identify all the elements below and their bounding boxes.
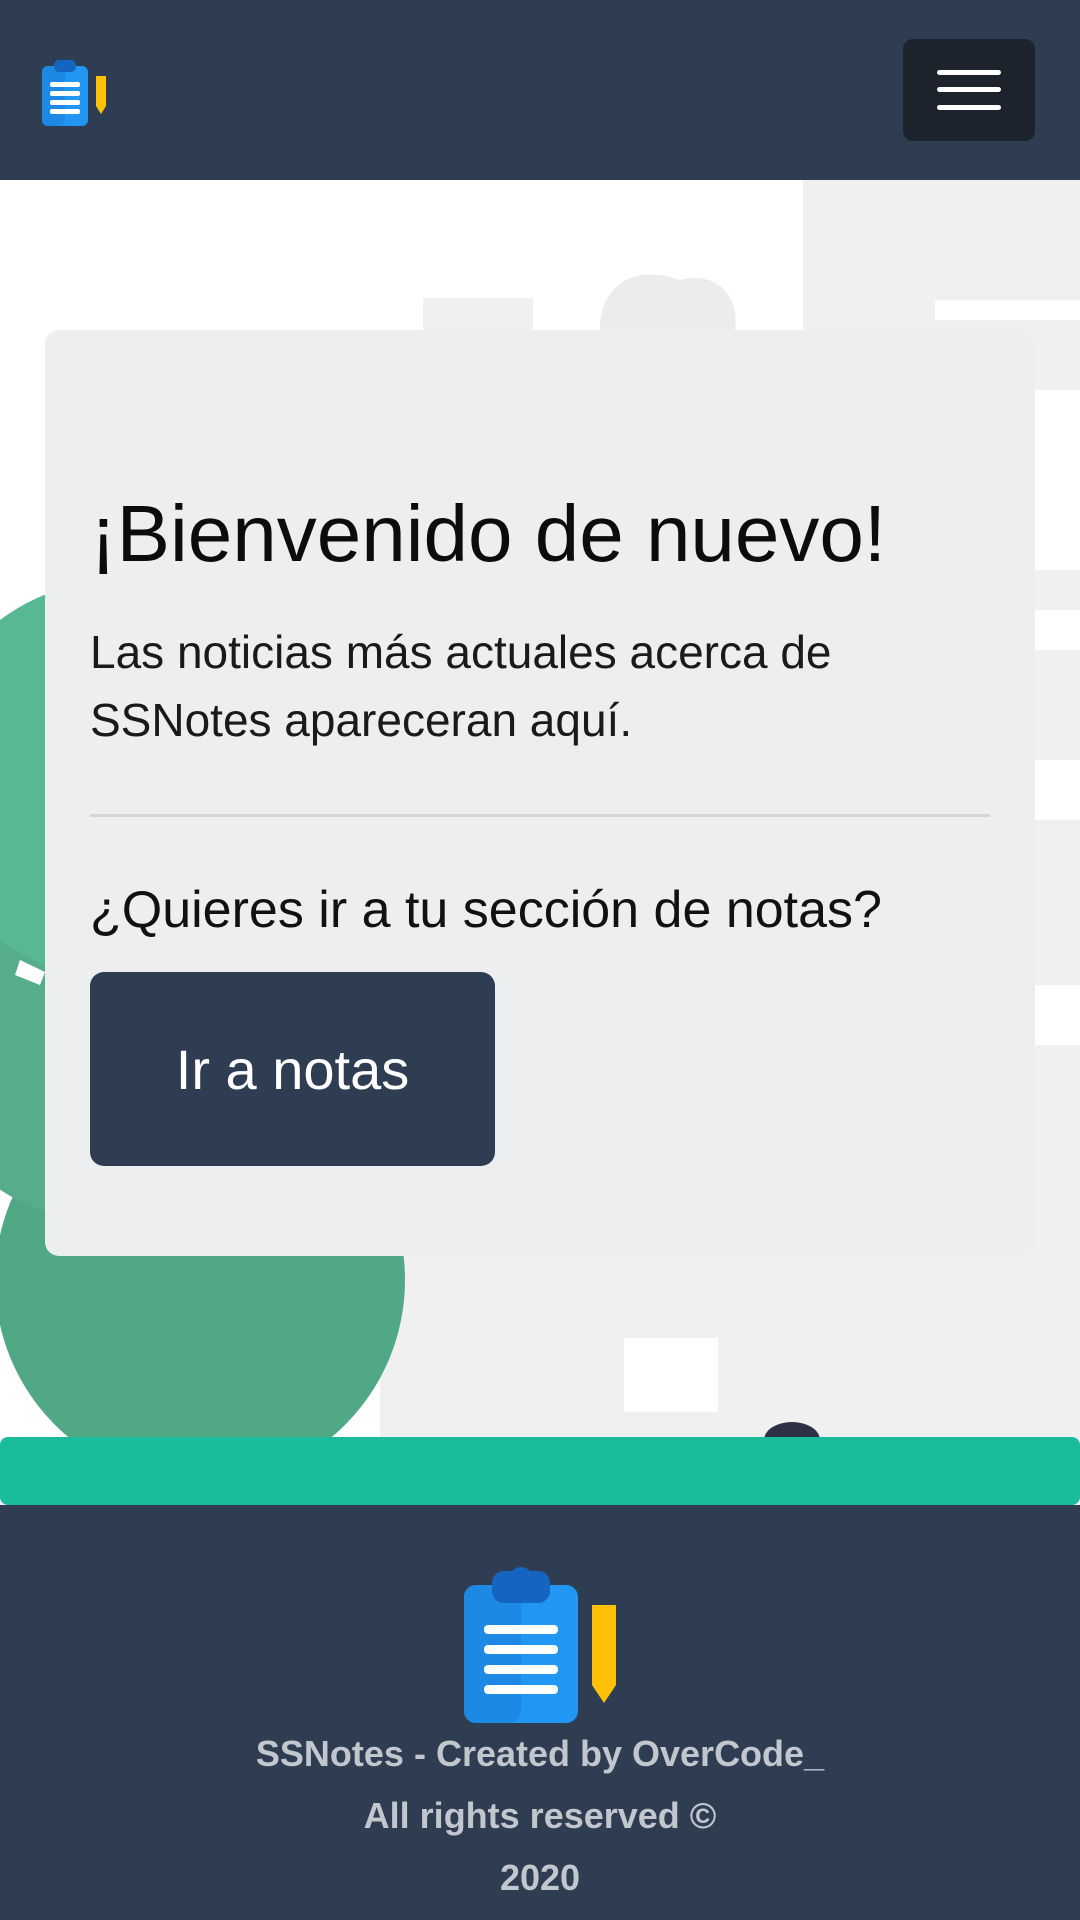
- go-to-notes-button[interactable]: Ir a notas: [90, 972, 495, 1166]
- navbar: [0, 0, 1080, 180]
- footer: SSNotes - Created by OverCode_ All right…: [0, 1505, 1080, 1920]
- hamburger-bar: [937, 105, 1001, 110]
- footer-year: 2020: [499, 1857, 581, 1898]
- welcome-lead-text: Las noticias más actuales acerca de SSNo…: [90, 626, 832, 746]
- hamburger-menu-icon: [937, 70, 1001, 75]
- hamburger-menu-button[interactable]: [903, 39, 1035, 141]
- hamburger-bar: [937, 87, 1001, 92]
- welcome-title: ¡Bienvenido de nuevo!: [90, 489, 887, 578]
- welcome-card: ¡Bienvenido de nuevo! Las noticias más a…: [45, 330, 1035, 1256]
- divider: [90, 814, 990, 817]
- footer-credit: SSNotes - Created by OverCode_: [255, 1733, 825, 1774]
- clipboard-pencil-icon: [464, 1567, 616, 1723]
- notes-question: ¿Quieres ir a tu sección de notas?: [90, 881, 882, 939]
- footer-rights: All rights reserved ©: [363, 1795, 717, 1836]
- accent-strip: [0, 1437, 1080, 1505]
- clipboard-pencil-icon[interactable]: [42, 58, 112, 126]
